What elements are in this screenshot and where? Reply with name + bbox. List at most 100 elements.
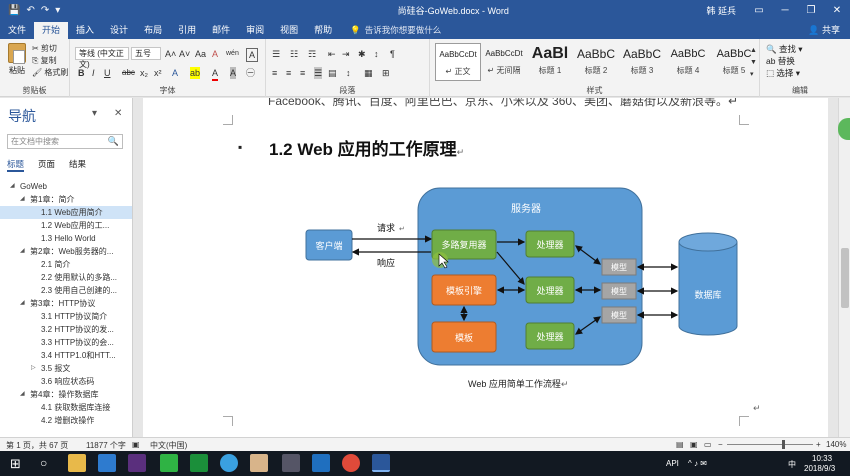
zoom-slider[interactable] (727, 444, 813, 445)
align-center-icon[interactable]: ≡ (286, 67, 291, 79)
nav-tab-pages[interactable]: 页面 (38, 158, 55, 172)
nav-tab-results[interactable]: 结果 (69, 158, 86, 172)
outline-item[interactable]: ◢ GoWeb (0, 180, 132, 193)
phonetic-guide-icon[interactable]: wén (226, 48, 239, 60)
select-button[interactable]: ⬚ 选择 ▾ (766, 67, 803, 79)
tab-references[interactable]: 引用 (170, 22, 204, 39)
font-size-select[interactable]: 五号 (131, 47, 161, 60)
font-family-select[interactable]: 等线 (中文正文) (75, 47, 129, 69)
bullets-icon[interactable]: ☰ (272, 48, 280, 60)
outline-item[interactable]: 3.6 响应状态码 (0, 375, 132, 388)
zoom-in-button[interactable]: + (816, 440, 821, 449)
outline-item[interactable]: 3.2 HTTP协议的发... (0, 323, 132, 336)
collapse-icon[interactable]: ◢ (20, 388, 25, 401)
tab-view[interactable]: 视图 (272, 22, 306, 39)
highlight-icon[interactable]: ab (190, 67, 201, 79)
vertical-scrollbar[interactable] (838, 98, 850, 437)
web-app-diagram[interactable]: 服务器 客户端 请求 响应 ↵ 多路复用器 模板引擎 模板 处理器 处理器 处理… (289, 186, 749, 376)
tab-review[interactable]: 审阅 (238, 22, 272, 39)
format-painter-button[interactable]: 🖌 格式刷 (32, 67, 68, 79)
app-icon-bird[interactable] (220, 454, 238, 472)
char-shading-icon[interactable]: A (230, 67, 237, 79)
outline-item[interactable]: 1.1 Web应用简介 (0, 206, 132, 219)
outline-item[interactable]: ◢ 第3章：HTTP协议 (0, 297, 132, 310)
close-button[interactable]: ✕ (824, 5, 850, 16)
print-layout-icon[interactable]: ▣ (690, 440, 698, 449)
zoom-level[interactable]: 140% (826, 440, 846, 449)
restore-button[interactable]: ❐ (798, 5, 824, 16)
search-icon[interactable]: 🔍 (108, 135, 119, 148)
nav-options-icon[interactable]: ▾ (92, 108, 97, 119)
font-color-icon[interactable]: A (212, 67, 219, 81)
tell-me-box[interactable]: 💡 告诉我你想要做什么 (350, 22, 441, 39)
language-status[interactable]: 中文(中国) (150, 440, 187, 451)
outline-item[interactable]: 2.1 简介 (0, 258, 132, 271)
line-spacing-icon[interactable]: ↕ (346, 67, 351, 79)
change-case-icon[interactable]: Aa (195, 48, 206, 60)
chinese-layout-icon[interactable]: ✱ (358, 48, 366, 60)
proofing-icon[interactable]: ▣ (132, 440, 140, 449)
zoom-slider-handle[interactable] (782, 440, 785, 449)
justify-icon[interactable]: ☰ (314, 67, 323, 79)
style-normal[interactable]: AaBbCcDt ↵ 正文 (435, 43, 481, 81)
search-button[interactable]: ○ (40, 456, 47, 470)
outline-item[interactable]: 2.2 使用默认的多路... (0, 271, 132, 284)
style-heading-1[interactable]: AaBl 标题 1 (527, 43, 573, 81)
outline-item[interactable]: 4.1 获取数据库连接 (0, 401, 132, 414)
collapse-icon[interactable]: ◢ (20, 297, 25, 310)
subscript-button[interactable]: x₂ (140, 67, 148, 79)
document-page[interactable]: Facebook、腾讯、百度、阿里巴巴、京东、小米以及 360、美团、蘑菇街以及… (143, 98, 828, 437)
borders-icon[interactable]: ⊞ (382, 67, 390, 79)
find-button[interactable]: 🔍 查找 ▾ (766, 43, 803, 55)
app-icon-gopher[interactable] (282, 454, 300, 472)
numbering-icon[interactable]: ☷ (290, 48, 298, 60)
replace-button[interactable]: ab 替换 (766, 55, 803, 67)
style-no-spacing[interactable]: AaBbCcDt ↵ 无间隔 (481, 43, 527, 81)
api-indicator[interactable]: API (666, 459, 679, 468)
nav-search-input[interactable]: 在文档中搜索 🔍 (7, 134, 123, 149)
share-button[interactable]: 👤 共享 (808, 22, 840, 39)
start-button[interactable]: ⊞ (10, 456, 21, 472)
styles-more-icon[interactable]: ▾ (750, 69, 754, 81)
ime-indicator[interactable]: 中 (788, 459, 796, 470)
word-icon[interactable] (372, 454, 390, 472)
tab-layout[interactable]: 布局 (136, 22, 170, 39)
char-border-icon[interactable]: A (246, 48, 259, 62)
collapse-icon[interactable]: ◢ (20, 193, 25, 206)
word-count[interactable]: 11877 个字 (86, 440, 126, 451)
outline-item[interactable]: ▷ 3.5 报文 (0, 362, 132, 375)
undo-icon[interactable]: ↶ (26, 5, 34, 16)
read-mode-icon[interactable]: ▤ (676, 440, 684, 449)
tab-home[interactable]: 开始 (34, 22, 69, 39)
clear-format-icon[interactable]: A (212, 48, 218, 60)
nav-tab-headings[interactable]: 标题 (7, 158, 25, 172)
minimize-button[interactable]: ─ (772, 5, 798, 16)
cut-button[interactable]: ✂ 剪切 (32, 43, 68, 55)
zoom-out-button[interactable]: − (718, 440, 723, 449)
bold-button[interactable]: B (78, 67, 85, 79)
web-layout-icon[interactable]: ▭ (704, 440, 712, 449)
shading-icon[interactable]: ▦ (364, 67, 373, 79)
outline-item[interactable]: 1.2 Web应用的工... (0, 219, 132, 232)
show-marks-icon[interactable]: ¶ (390, 48, 395, 60)
grow-font-icon[interactable]: A˄ (165, 48, 176, 60)
style-heading-3[interactable]: AaBbC 标题 3 (619, 43, 665, 81)
enclose-char-icon[interactable]: ㊀ (246, 67, 255, 79)
superscript-button[interactable]: x² (154, 67, 162, 79)
strikethrough-button[interactable]: abc (122, 67, 135, 79)
app-icon-blue[interactable] (98, 454, 116, 472)
outline-item[interactable]: 3.1 HTTP协议简介 (0, 310, 132, 323)
outline-item[interactable]: ◢ 第4章：操作数据库 (0, 388, 132, 401)
save-icon[interactable]: 💾 (8, 5, 20, 16)
floating-widget-button[interactable] (838, 118, 850, 140)
text-effects-icon[interactable]: A (172, 67, 178, 79)
tab-insert[interactable]: 插入 (68, 22, 102, 39)
style-heading-4[interactable]: AaBbC 标题 4 (665, 43, 711, 81)
redo-icon[interactable]: ↷ (41, 5, 49, 16)
outline-item[interactable]: ◢ 第2章：Web服务器的... (0, 245, 132, 258)
distributed-icon[interactable]: ▤ (328, 67, 337, 79)
user-name[interactable]: 韩 延兵 (706, 4, 736, 17)
outline-item[interactable]: ◢ 第1章：简介 (0, 193, 132, 206)
underline-button[interactable]: U (104, 67, 111, 79)
expand-icon[interactable]: ▷ (31, 362, 36, 375)
